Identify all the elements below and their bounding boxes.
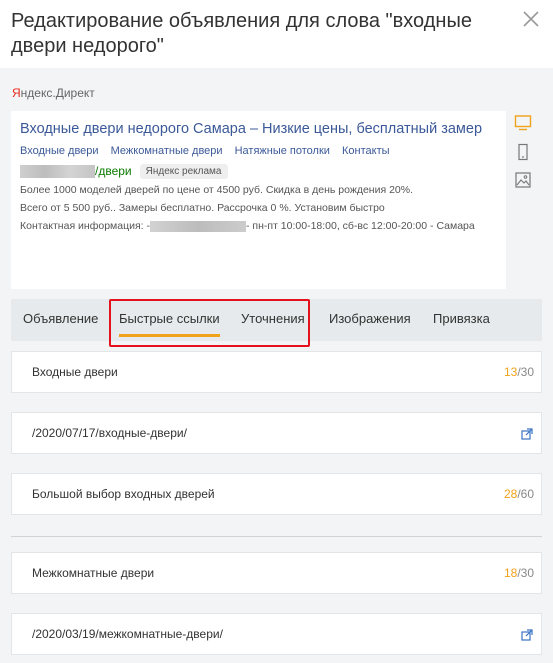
char-counter: 28/60 bbox=[504, 474, 534, 514]
close-icon bbox=[523, 11, 539, 27]
ad-contact-line: Контактная информация: - - пн-пт 10:00-18… bbox=[20, 220, 475, 232]
ad-badge: Яндекс реклама bbox=[139, 163, 228, 179]
brand-y-letter: Я bbox=[12, 86, 21, 100]
quick-link-url-value: /2020/03/19/межкомнатные-двери/ bbox=[32, 627, 223, 641]
quick-link-title-value: Межкомнатные двери bbox=[32, 566, 155, 580]
blurred-domain bbox=[20, 164, 95, 178]
char-max: /30 bbox=[517, 365, 534, 379]
char-counter: 18/30 bbox=[504, 553, 534, 593]
brand-rest: ндекс.Директ bbox=[20, 86, 95, 100]
tab-quick-links[interactable]: Быстрые ссылки bbox=[119, 299, 220, 341]
desktop-preview-button[interactable] bbox=[514, 114, 532, 132]
ad-sitelink[interactable]: Входные двери bbox=[20, 145, 99, 157]
yandex-direct-brand: Яндекс.Директ bbox=[12, 86, 95, 100]
quick-link-desc-field[interactable]: Большой выбор входных дверей 28/60 bbox=[11, 473, 542, 515]
tab-images[interactable]: Изображения bbox=[329, 299, 411, 341]
external-link-icon bbox=[521, 428, 533, 440]
blurred-phone bbox=[149, 220, 246, 232]
char-count: 18 bbox=[503, 566, 518, 580]
ad-url-row: /двери Яндекс реклама bbox=[20, 163, 228, 179]
ad-preview-card: Входные двери недорого Самара – Низкие ц… bbox=[11, 111, 506, 289]
ad-sitelink[interactable]: Контакты bbox=[342, 145, 390, 157]
quick-link-url-field[interactable]: /2020/07/17/входные-двери/ bbox=[11, 412, 542, 454]
section-divider bbox=[11, 536, 542, 537]
char-max: /60 bbox=[517, 487, 534, 501]
quick-link-title-value: Входные двери bbox=[32, 365, 118, 379]
quick-link-title-field[interactable]: Межкомнатные двери 18/30 bbox=[11, 552, 542, 594]
char-count: 28 bbox=[503, 487, 518, 501]
contact-suffix: - пн-пт 10:00-18:00, сб-вс 12:00-20:00 -… bbox=[245, 220, 475, 232]
ad-sitelink[interactable]: Натяжные потолки bbox=[235, 145, 330, 157]
open-link-button[interactable] bbox=[521, 628, 533, 641]
quick-link-desc-value: Большой выбор входных дверей bbox=[32, 487, 215, 501]
char-counter: 13/30 bbox=[504, 352, 534, 392]
quick-link-url-value: /2020/07/17/входные-двери/ bbox=[32, 426, 187, 440]
editor-tabs: Объявление Быстрые ссылки Уточнения Изоб… bbox=[11, 299, 542, 341]
external-link-icon bbox=[521, 629, 533, 641]
image-icon bbox=[515, 172, 531, 188]
mobile-icon bbox=[518, 143, 528, 161]
mobile-preview-button[interactable] bbox=[514, 143, 532, 161]
tab-clarifications[interactable]: Уточнения bbox=[241, 299, 305, 341]
dialog-header: Редактирование объявления для слова "вхо… bbox=[0, 0, 553, 68]
ad-text-line: Всего от 5 500 руб.. Замеры бесплатно. Р… bbox=[20, 202, 385, 214]
ad-text-line: Более 1000 моделей дверей по цене от 450… bbox=[20, 184, 414, 196]
tab-binding[interactable]: Привязка bbox=[433, 299, 490, 341]
image-preview-button[interactable] bbox=[514, 171, 532, 189]
open-link-button[interactable] bbox=[521, 427, 533, 440]
dialog-title: Редактирование объявления для слова "вхо… bbox=[11, 10, 472, 57]
char-count: 13 bbox=[503, 365, 518, 379]
tab-ad[interactable]: Объявление bbox=[23, 299, 98, 341]
contact-prefix: Контактная информация: - bbox=[20, 220, 150, 232]
close-button[interactable] bbox=[518, 6, 544, 32]
char-max: /30 bbox=[517, 566, 534, 580]
quick-link-title-field[interactable]: Входные двери 13/30 bbox=[11, 351, 542, 393]
ad-sitelink[interactable]: Межкомнатные двери bbox=[111, 145, 223, 157]
ad-url[interactable]: /двери bbox=[95, 164, 132, 178]
quick-link-url-field[interactable]: /2020/03/19/межкомнатные-двери/ bbox=[11, 613, 542, 655]
ad-title: Входные двери недорого Самара – Низкие ц… bbox=[20, 121, 483, 137]
ad-sitelinks: Входные двери Межкомнатные двери Натяжны… bbox=[20, 145, 399, 157]
desktop-icon bbox=[514, 115, 532, 131]
